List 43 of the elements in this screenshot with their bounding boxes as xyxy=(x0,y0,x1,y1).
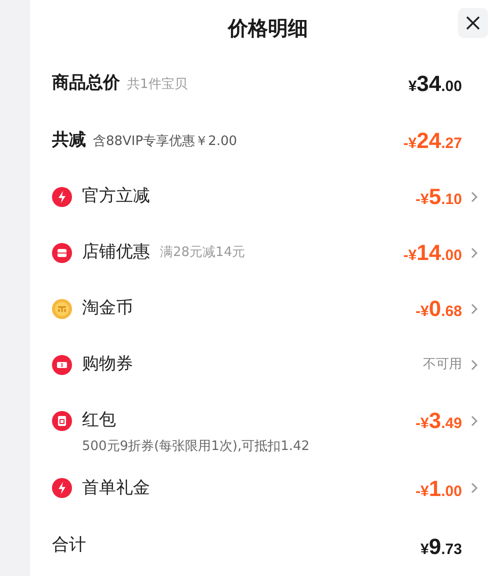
summary-label: 共减 xyxy=(52,128,86,152)
status-text: 不可用 xyxy=(423,356,462,374)
summary-note: 共1件宝贝 xyxy=(127,76,188,94)
close-button[interactable] xyxy=(458,8,488,38)
summary-label: 商品总价 xyxy=(52,72,120,96)
lightning-icon xyxy=(52,186,72,207)
chevron-right-icon xyxy=(470,358,478,371)
price: -¥14.00 xyxy=(403,239,462,268)
summary-note: 含88VIP专享优惠￥2.00 xyxy=(93,132,238,151)
chevron-right-icon xyxy=(470,246,478,259)
discount-label: 购物券 xyxy=(82,353,133,376)
discount-label: 红包 xyxy=(82,409,116,432)
shop-icon xyxy=(52,242,72,263)
coin-icon xyxy=(52,298,72,319)
price: -¥5.10 xyxy=(416,183,462,212)
price: -¥3.49 xyxy=(416,407,462,436)
envelope-icon xyxy=(52,410,72,431)
lightning-icon xyxy=(52,478,72,498)
close-icon xyxy=(465,15,481,31)
dialog-title: 价格明细 xyxy=(228,14,308,42)
price: -¥24.27 xyxy=(403,127,462,156)
discount-label: 首单礼金 xyxy=(82,476,150,500)
discount-detail: 500元9折券(每张限用1次),可抵扣1.42 xyxy=(81,438,311,456)
chevron-right-icon xyxy=(470,190,478,203)
ticket-icon xyxy=(52,354,72,375)
discount-row-link[interactable]: -¥0.68 xyxy=(416,292,478,326)
discount-note: 满28元减14元 xyxy=(160,244,246,262)
price: ¥9.73 xyxy=(420,532,462,561)
price: -¥1.00 xyxy=(416,474,462,503)
chevron-right-icon xyxy=(470,414,478,427)
price: -¥0.68 xyxy=(416,295,462,324)
discount-row-link[interactable]: -¥14.00 xyxy=(403,236,478,270)
discount-label: 店铺优惠 xyxy=(82,241,150,264)
discount-row-link[interactable]: 不可用 xyxy=(423,355,478,375)
discount-row-link[interactable]: -¥3.49 xyxy=(416,404,478,438)
chevron-right-icon xyxy=(470,482,478,494)
discount-label: 官方立减 xyxy=(82,185,150,208)
discount-row-link[interactable]: -¥5.10 xyxy=(416,180,478,214)
total-label: 合计 xyxy=(52,534,86,558)
discount-label: 淘金币 xyxy=(82,297,133,320)
price: ¥34.00 xyxy=(408,70,462,98)
chevron-right-icon xyxy=(470,302,478,315)
discount-row-link[interactable]: -¥1.00 xyxy=(416,472,478,505)
